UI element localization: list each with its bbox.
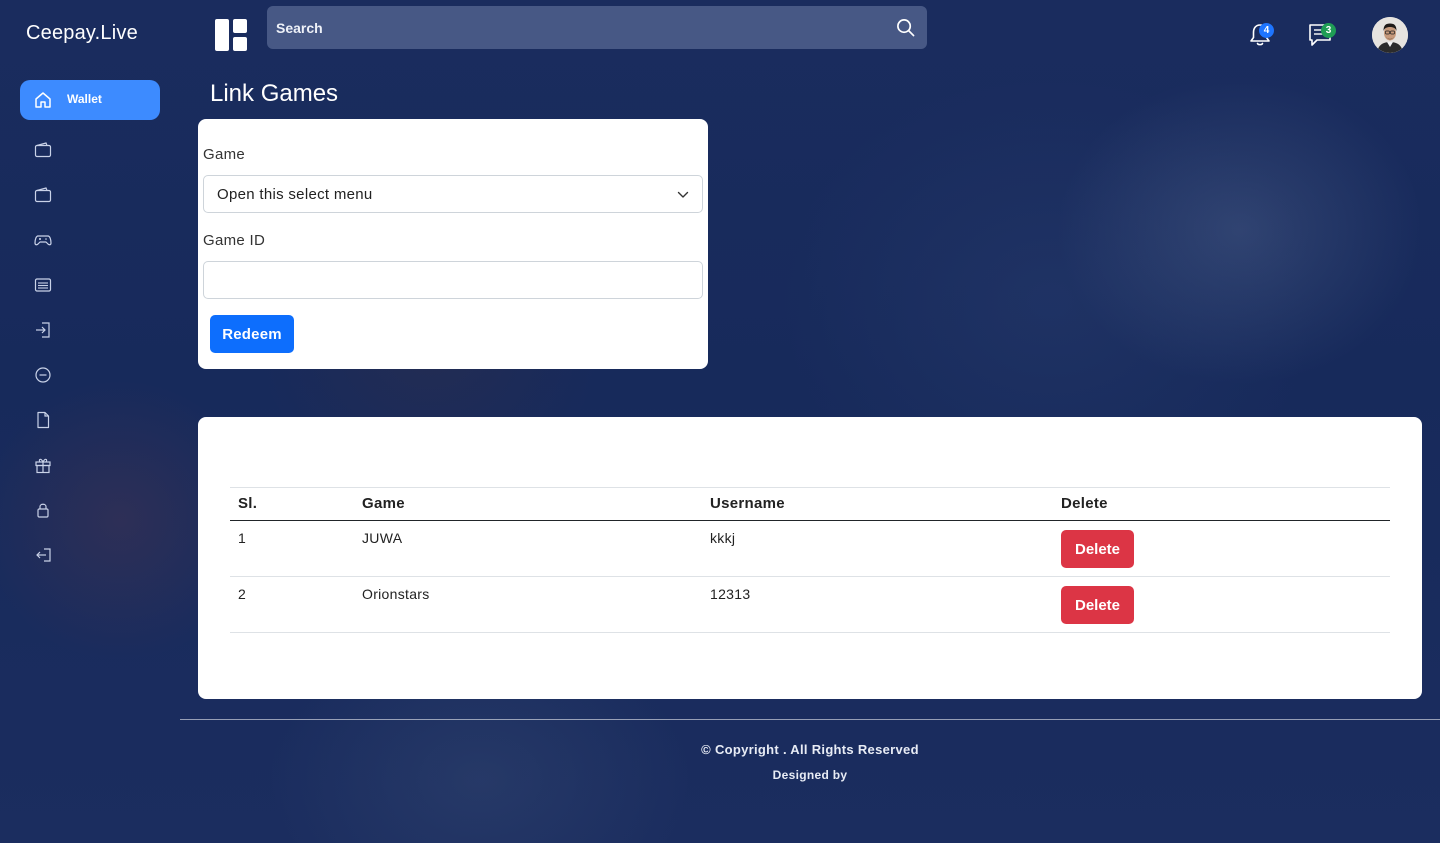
- row-sl: 2: [238, 586, 247, 602]
- game-select-value: Open this select menu: [217, 186, 373, 203]
- row-game: JUWA: [362, 530, 403, 546]
- row-game: Orionstars: [362, 586, 430, 602]
- table-header-border: [230, 520, 1390, 521]
- message-count-badge: 3: [1321, 23, 1336, 38]
- game-label: Game: [203, 146, 246, 163]
- file-icon[interactable]: [34, 411, 52, 429]
- footer-divider: [180, 719, 1440, 720]
- top-bar: Ceepay.Live 4 3: [0, 0, 1440, 68]
- row-divider: [230, 576, 1390, 577]
- game-select[interactable]: Open this select menu: [203, 175, 703, 213]
- link-game-form: Game Open this select menu Game ID Redee…: [198, 119, 708, 369]
- search-icon[interactable]: [896, 18, 915, 37]
- gift-icon[interactable]: [34, 456, 52, 474]
- lock-icon[interactable]: [34, 501, 52, 519]
- sidebar-item-wallet[interactable]: Wallet: [20, 80, 160, 120]
- column-header-delete: Delete: [1061, 495, 1108, 512]
- column-header-username: Username: [710, 495, 785, 512]
- linked-games-card: Sl. Game Username Delete 1 JUWA kkkj Del…: [198, 417, 1422, 699]
- dashboard-toggle-icon[interactable]: [214, 18, 248, 52]
- list-icon[interactable]: [34, 276, 52, 294]
- table-top-border: [230, 487, 1390, 488]
- notification-count-badge: 4: [1259, 23, 1274, 38]
- sidebar-item-label: Wallet: [67, 92, 102, 106]
- search-input[interactable]: [267, 6, 927, 49]
- column-header-sl: Sl.: [238, 495, 258, 512]
- row-divider: [230, 632, 1390, 633]
- row-sl: 1: [238, 530, 247, 546]
- chevron-down-icon: [677, 191, 689, 198]
- row-username: kkkj: [710, 530, 736, 546]
- game-id-label: Game ID: [203, 232, 266, 249]
- wallet-icon[interactable]: [34, 186, 52, 204]
- row-username: 12313: [710, 586, 751, 602]
- wallet-icon[interactable]: [34, 141, 52, 159]
- home-icon: [35, 92, 51, 108]
- minus-circle-icon[interactable]: [34, 366, 52, 384]
- column-header-game: Game: [362, 495, 405, 512]
- footer-designed-by: Designed by: [772, 768, 848, 782]
- delete-button[interactable]: Delete: [1061, 586, 1134, 624]
- search-bar: [267, 6, 927, 49]
- footer-copyright: © Copyright . All Rights Reserved: [701, 742, 919, 757]
- page-title: Link Games: [210, 80, 339, 107]
- sidebar: Wallet: [0, 68, 180, 843]
- user-avatar-image: [1372, 17, 1408, 53]
- delete-button[interactable]: Delete: [1061, 530, 1134, 568]
- login-icon[interactable]: [34, 321, 52, 339]
- game-id-input[interactable]: [203, 261, 703, 299]
- gamepad-icon[interactable]: [34, 231, 52, 249]
- logout-icon[interactable]: [34, 546, 52, 564]
- user-avatar[interactable]: [1372, 17, 1408, 53]
- redeem-button[interactable]: Redeem: [210, 315, 294, 353]
- brand-logo[interactable]: Ceepay.Live: [26, 22, 138, 45]
